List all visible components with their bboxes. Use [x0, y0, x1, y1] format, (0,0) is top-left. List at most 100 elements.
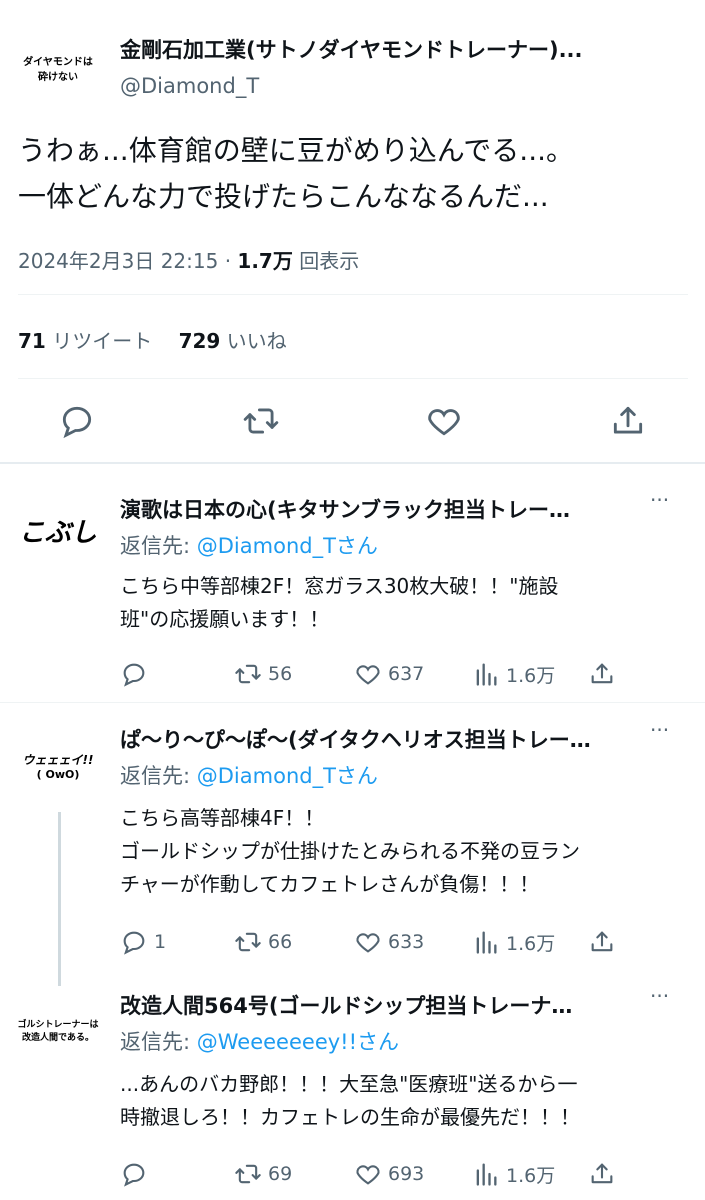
heart-icon [356, 1165, 380, 1185]
retweet-button[interactable]: 69 [234, 1160, 292, 1188]
engagement-stats: 71 リツイート 729 いいね [18, 325, 287, 354]
retweet-count: 56 [268, 663, 293, 685]
avatar-text: ウェェェイ!! [22, 753, 94, 767]
like-button[interactable]: 633 [354, 928, 424, 956]
retweet-label[interactable]: リツイート [52, 329, 152, 353]
retweet-icon [235, 664, 261, 684]
view-count: 1.7万 [237, 249, 293, 273]
heart-icon [356, 665, 380, 685]
retweet-icon [235, 1164, 261, 1184]
reply-text-line: チャーが作動してカフェトレさんが負傷！！！ [120, 872, 540, 896]
analytics-icon [476, 1163, 497, 1186]
retweet-count: 66 [268, 931, 293, 953]
tweet-timestamp[interactable]: 2024年2月3日 22:15 [18, 249, 218, 273]
retweet-button[interactable] [242, 402, 280, 440]
more-options-icon[interactable]: ··· [650, 718, 669, 742]
avatar-text: ( OwO) [36, 768, 80, 781]
reply-button[interactable] [120, 660, 154, 688]
reply-display-name[interactable]: 演歌は日本の心(キタサンブラック担当トレー… [120, 494, 640, 524]
avatar-text: 砕けない [38, 72, 78, 83]
heart-icon [356, 933, 380, 953]
meta-separator: · [224, 249, 232, 273]
reply-icon [62, 406, 92, 439]
views-button[interactable]: 1.6万 [472, 1160, 555, 1188]
author-display-name[interactable]: 金剛石加工業(サトノダイヤモンドトレーナー)... [120, 34, 640, 64]
retweet-button[interactable]: 56 [234, 660, 292, 688]
reply-text-line: ...あんのバカ野郎！！！大至急"医療班"送るから一 [120, 1072, 578, 1096]
views-button[interactable]: 1.6万 [472, 928, 555, 956]
more-options-icon[interactable]: ··· [650, 488, 669, 512]
reply-to-line: 返信先: @Weeeeeeey!!さん [120, 1026, 399, 1056]
share-button[interactable] [588, 1160, 616, 1188]
like-label[interactable]: いいね [227, 329, 287, 353]
reply-mention-link[interactable]: @Weeeeeeey!!さん [197, 1030, 399, 1054]
reply-mention-link[interactable]: @Diamond_Tさん [197, 764, 378, 788]
reply-icon [123, 931, 145, 955]
reply-to-prefix: 返信先: [120, 764, 197, 788]
reply-button[interactable]: 1 [120, 928, 166, 956]
more-options-icon[interactable]: ··· [650, 984, 669, 1008]
analytics-icon [476, 663, 497, 686]
reply-avatar[interactable]: ウェェェイ!! ( OwO) [16, 724, 100, 808]
heart-icon [428, 409, 460, 436]
avatar-text: 改造人間である。 [22, 1033, 94, 1043]
divider [18, 378, 688, 379]
view-count: 1.6万 [506, 1164, 556, 1187]
analytics-icon [476, 931, 497, 954]
retweet-count: 69 [268, 1163, 293, 1185]
author-handle[interactable]: @Diamond_T [120, 74, 259, 98]
avatar-text: ダイヤモンドは [23, 57, 93, 68]
reply-button[interactable] [120, 1160, 154, 1188]
like-button[interactable]: 637 [354, 660, 424, 688]
divider [0, 702, 705, 703]
reply-icon [123, 663, 145, 687]
like-button[interactable] [425, 402, 463, 440]
reply-text-line: ゴールドシップが仕掛けたとみられる不発の豆ラン [120, 839, 580, 863]
author-avatar[interactable]: ダイヤモンドは 砕けない [16, 26, 100, 110]
reply-action-bar: 56 637 1.6万 [120, 660, 700, 690]
reply-button[interactable] [58, 402, 96, 440]
reply-mention-link[interactable]: @Diamond_Tさん [197, 534, 378, 558]
reply-action-bar: 1 66 633 1.6万 [120, 928, 700, 958]
retweet-count[interactable]: 71 [18, 329, 46, 353]
like-count: 693 [388, 1163, 425, 1185]
thread-line [58, 812, 61, 986]
reply-avatar[interactable]: こぶし [16, 488, 100, 572]
reply-text: こちら高等部棟4F！！ ゴールドシップが仕掛けたとみられる不発の豆ラン チャーが… [120, 802, 690, 901]
reply-text-line: こちら高等部棟4F！！ [120, 806, 325, 830]
share-button[interactable] [588, 928, 616, 956]
reply-to-prefix: 返信先: [120, 1030, 197, 1054]
reply-text-line: 班"の応援願います！！ [120, 607, 330, 631]
view-count: 1.6万 [506, 664, 556, 687]
reply-icon [123, 1163, 145, 1187]
reply-to-prefix: 返信先: [120, 534, 197, 558]
retweet-icon [235, 932, 261, 952]
like-count[interactable]: 729 [179, 329, 221, 353]
reply-to-line: 返信先: @Diamond_Tさん [120, 760, 378, 790]
like-count: 637 [388, 663, 425, 685]
avatar-text: こぶし [18, 517, 97, 548]
reply-display-name[interactable]: 改造人間564号(ゴールドシップ担当トレーナ… [120, 990, 640, 1020]
tweet-meta: 2024年2月3日 22:15 · 1.7万 回表示 [18, 245, 359, 274]
reply-text-line: 時撤退しろ！！カフェトレの生命が最優先だ！！！ [120, 1105, 580, 1129]
avatar-text: ゴルシトレーナーは [17, 1020, 99, 1030]
tweet-text-line: うわぁ...体育館の壁に豆がめり込んでる...。 [18, 134, 575, 167]
reply-avatar[interactable]: ゴルシトレーナーは 改造人間である。 [16, 988, 100, 1072]
view-label: 回表示 [299, 249, 360, 273]
share-button[interactable] [588, 660, 616, 688]
reply-text: こちら中等部棟2F！窓ガラス30枚大破！！"施設 班"の応援願います！！ [120, 570, 690, 636]
retweet-icon [243, 408, 279, 434]
tweet-text: うわぁ...体育館の壁に豆がめり込んでる...。 一体どんな力で投げたらこんなな… [18, 128, 698, 220]
share-icon [591, 663, 613, 684]
tweet-text-line: 一体どんな力で投げたらこんななるんだ... [18, 180, 549, 213]
retweet-button[interactable]: 66 [234, 928, 292, 956]
reply-to-line: 返信先: @Diamond_Tさん [120, 530, 378, 560]
share-button[interactable] [609, 402, 647, 440]
divider [18, 294, 688, 295]
view-count: 1.6万 [506, 932, 556, 955]
reply-display-name[interactable]: ぱ〜り〜ぴ〜ぽ〜(ダイタクヘリオス担当トレー… [120, 724, 640, 754]
reply-text: ...あんのバカ野郎！！！大至急"医療班"送るから一 時撤退しろ！！カフェトレの… [120, 1068, 690, 1134]
views-button[interactable]: 1.6万 [472, 660, 555, 688]
like-button[interactable]: 693 [354, 1160, 424, 1188]
reply-text-line: こちら中等部棟2F！窓ガラス30枚大破！！"施設 [120, 574, 559, 598]
